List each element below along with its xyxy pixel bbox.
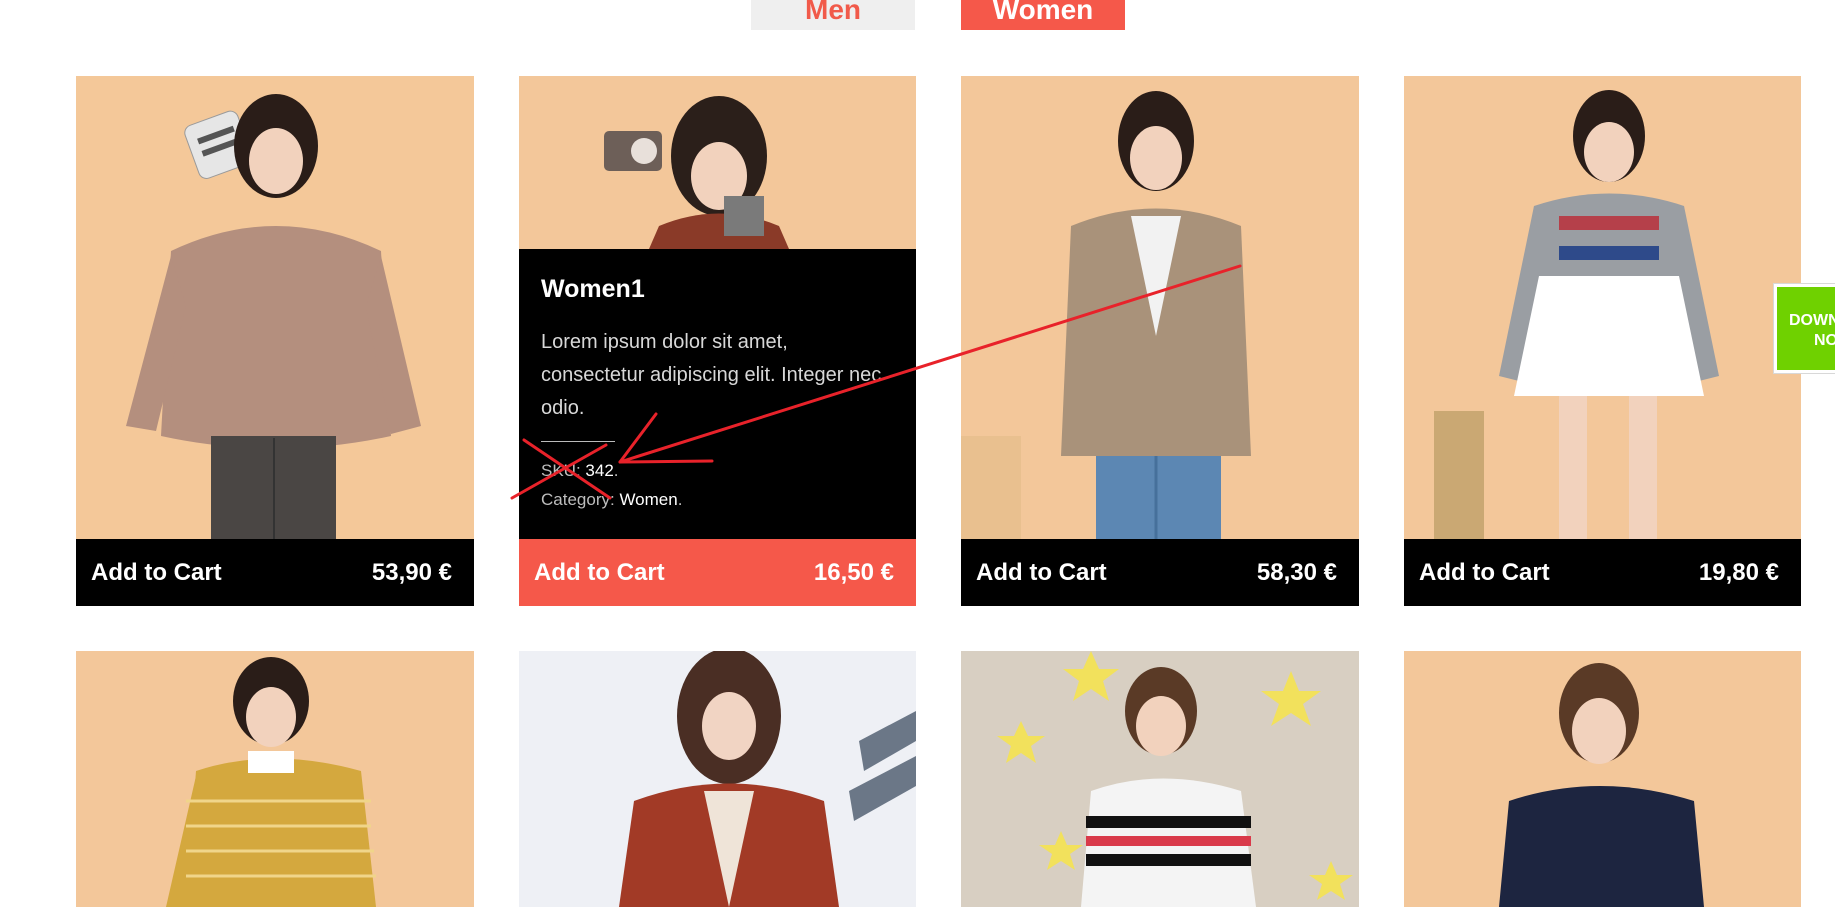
product-image-2[interactable] <box>519 76 916 249</box>
sku-value: 342 <box>585 461 614 480</box>
add-to-cart-button[interactable]: Add to Cart <box>976 559 1107 587</box>
model-camera-photo <box>519 76 916 249</box>
add-to-cart-button[interactable]: Add to Cart <box>1419 559 1550 587</box>
download-now-button[interactable]: DOWNL NOW <box>1774 284 1835 373</box>
product-card-6[interactable] <box>519 651 916 907</box>
product-image-1[interactable] <box>76 76 474 539</box>
filter-tab-women[interactable]: Women <box>961 0 1125 30</box>
product-description: Lorem ipsum dolor sit amet, consectetur … <box>541 331 882 419</box>
model-sweater-photo <box>76 76 474 539</box>
product-image-5[interactable] <box>76 651 474 907</box>
add-to-cart-button[interactable]: Add to Cart <box>91 559 222 587</box>
product-name: Women1 <box>541 275 645 303</box>
product-bar-2[interactable]: Add to Cart 16,50 € <box>519 539 916 606</box>
product-price: 16,50 € <box>813 558 894 586</box>
filter-tab-men-label: Men <box>805 0 861 25</box>
model-stockholm-photo <box>1404 76 1801 539</box>
product-card-8[interactable] <box>1404 651 1801 907</box>
product-price: 58,30 € <box>1256 558 1337 586</box>
sku-label: SKU: <box>541 461 581 480</box>
model-striped-sweater-photo <box>961 651 1359 907</box>
product-bar-3[interactable]: Add to Cart 58,30 € <box>961 539 1359 606</box>
category-line: Category: Women. <box>541 490 683 509</box>
product-card-2[interactable]: Women1 Lorem ipsum dolor sit amet, conse… <box>519 76 916 606</box>
model-red-coat-photo <box>519 651 916 907</box>
product-image-8[interactable] <box>1404 651 1801 907</box>
add-to-cart-button[interactable]: Add to Cart <box>534 559 665 587</box>
download-line-2: NOW <box>1814 332 1835 349</box>
product-card-5[interactable] <box>76 651 474 907</box>
product-image-4[interactable] <box>1404 76 1801 539</box>
product-image-6[interactable] <box>519 651 916 907</box>
product-bar-1[interactable]: Add to Cart 53,90 € <box>76 539 474 606</box>
model-yellow-sweater-photo <box>76 651 474 907</box>
filter-tab-men[interactable]: Men <box>751 0 915 30</box>
product-image-7[interactable] <box>961 651 1359 907</box>
filter-tab-women-label: Women <box>992 0 1094 25</box>
sku-line: SKU: 342. <box>541 461 619 480</box>
category-link[interactable]: Women <box>619 490 677 509</box>
product-card-7[interactable] <box>961 651 1359 907</box>
product-card-3[interactable]: Add to Cart 58,30 € <box>961 76 1359 606</box>
model-navy-sweater-photo <box>1404 651 1801 907</box>
download-line-1: DOWNL <box>1789 312 1835 329</box>
category-label: Category: <box>541 490 615 509</box>
product-price: 53,90 € <box>371 558 452 586</box>
divider <box>541 441 615 442</box>
product-details-panel: Women1 Lorem ipsum dolor sit amet, conse… <box>519 249 916 539</box>
model-blazer-photo <box>961 76 1359 539</box>
product-bar-4[interactable]: Add to Cart 19,80 € <box>1404 539 1801 606</box>
product-card-1[interactable]: Add to Cart 53,90 € <box>76 76 474 606</box>
product-card-4[interactable]: Add to Cart 19,80 € <box>1404 76 1801 606</box>
product-price: 19,80 € <box>1698 558 1779 586</box>
product-image-3[interactable] <box>961 76 1359 539</box>
